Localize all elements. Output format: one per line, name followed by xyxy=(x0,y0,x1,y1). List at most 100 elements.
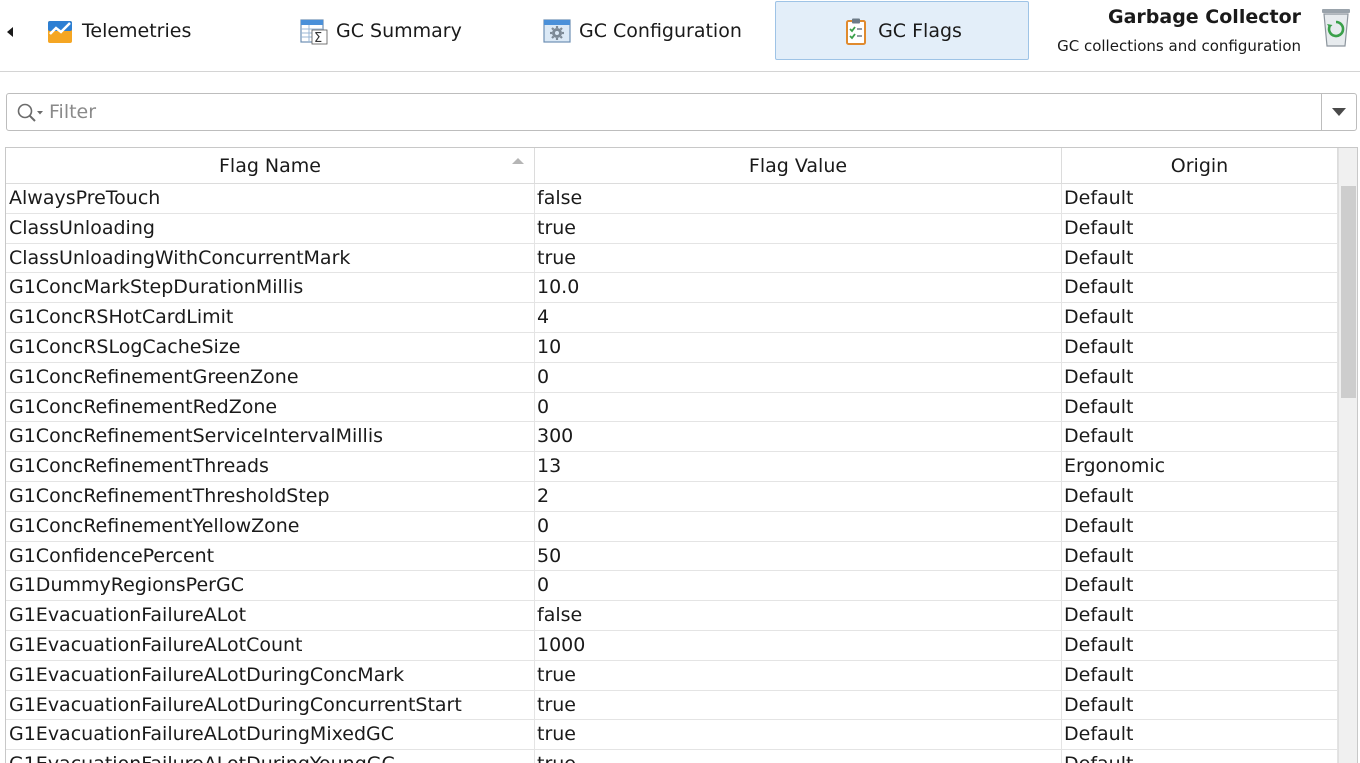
table-row[interactable]: G1EvacuationFailureALotDuringYoungGCtrue… xyxy=(6,750,1338,763)
page-title: Garbage Collector xyxy=(1108,6,1301,28)
flag-value-cell: true xyxy=(535,690,1062,721)
flag-value-cell: false xyxy=(535,601,1062,631)
flag-name-cell: G1EvacuationFailureALotDuringConcMark xyxy=(6,660,535,691)
flag-value-cell: 1000 xyxy=(535,630,1062,661)
origin-cell: Default xyxy=(1062,303,1338,333)
flag-name-cell: G1ConcRefinementRedZone xyxy=(6,392,535,423)
origin-cell: Default xyxy=(1062,481,1338,512)
column-header-origin[interactable]: Origin xyxy=(1062,148,1338,184)
flag-name-cell: G1EvacuationFailureALotCount xyxy=(6,630,535,661)
table-body: AlwaysPreTouch false Default ClassUnloading… xyxy=(6,184,1338,763)
column-header-flag-name[interactable]: Flag Name xyxy=(6,148,535,184)
origin-cell: Default xyxy=(1062,690,1338,721)
origin-cell: Default xyxy=(1062,571,1338,602)
filter-combobox xyxy=(6,93,1357,131)
scrollbar-thumb[interactable] xyxy=(1341,186,1356,398)
tab-bar: Telemetries Σ GC Summary GC Configuratio… xyxy=(0,0,1360,72)
vertical-scrollbar[interactable] xyxy=(1338,148,1357,763)
flag-value-cell: 0 xyxy=(535,362,1062,393)
flag-name-cell: ClassUnloading xyxy=(6,213,535,244)
table-row[interactable]: G1EvacuationFailureALot false Default xyxy=(6,601,1338,631)
tab-gc-configuration[interactable]: GC Configuration xyxy=(543,0,742,62)
recycle-bin-icon xyxy=(1322,9,1350,47)
table-row[interactable]: G1ConcRefinementThresholdStep 2 Default xyxy=(6,481,1338,512)
sort-ascending-icon xyxy=(512,158,524,164)
column-header-origin-label: Origin xyxy=(1170,155,1229,177)
flag-value-cell: 10.0 xyxy=(535,273,1062,304)
flag-name-cell: G1ConcRefinementThresholdStep xyxy=(6,481,535,512)
tab-gc-summary-label: GC Summary xyxy=(336,20,462,42)
flag-value-cell: true xyxy=(535,750,1062,763)
table-row[interactable]: G1EvacuationFailureALotDuringConcMark tru… xyxy=(6,660,1338,691)
tab-gc-flags-label: GC Flags xyxy=(878,19,962,42)
flag-name-cell: G1ConfidencePercent xyxy=(6,541,535,572)
flag-name-cell: G1ConcRefinementServiceIntervalMillis xyxy=(6,422,535,453)
flag-value-cell: true xyxy=(535,660,1062,691)
flag-name-cell: G1EvacuationFailureALotDuringConcurrentS… xyxy=(6,690,535,721)
column-header-flag-value[interactable]: Flag Value xyxy=(535,148,1062,184)
table-row[interactable]: G1ConcRSLogCacheSize 10 Default xyxy=(6,332,1338,363)
origin-cell: Default xyxy=(1062,630,1338,661)
origin-cell: Default xyxy=(1062,422,1338,453)
table-row[interactable]: G1ConcRefinementYellowZone 0 Default xyxy=(6,511,1338,542)
filter-dropdown-button[interactable] xyxy=(1321,94,1356,130)
flags-table: Flag Name Flag Value Origin AlwaysPreTou… xyxy=(5,147,1358,763)
search-icon[interactable] xyxy=(16,102,46,124)
flag-name-cell: G1EvacuationFailureALotDuringMixedGC xyxy=(6,720,535,751)
table-row[interactable]: G1DummyRegionsPerGC 0 Default xyxy=(6,571,1338,602)
tab-telemetries[interactable]: Telemetries xyxy=(46,0,191,62)
flag-value-cell: true xyxy=(535,243,1062,274)
origin-cell: Default xyxy=(1062,362,1338,393)
origin-cell: Default xyxy=(1062,660,1338,691)
origin-cell: Default xyxy=(1062,273,1338,304)
table-row[interactable]: G1EvacuationFailureALotDuringMixedGC true… xyxy=(6,720,1338,751)
table-row[interactable]: G1ConcRefinementServiceIntervalMillis 300… xyxy=(6,422,1338,453)
flag-value-cell: 0 xyxy=(535,392,1062,423)
flag-value-cell: 0 xyxy=(535,511,1062,542)
origin-cell: Default xyxy=(1062,332,1338,363)
flag-name-cell: G1EvacuationFailureALot xyxy=(6,601,535,631)
scroll-left-arrow-icon[interactable] xyxy=(4,24,16,40)
table-row[interactable]: G1EvacuationFailureALotDuringConcurrentS… xyxy=(6,690,1338,721)
flag-name-cell: G1ConcRefinementThreads xyxy=(6,452,535,482)
flag-name-cell: ClassUnloadingWithConcurrentMark xyxy=(6,243,535,274)
table-row[interactable]: ClassUnloading true Default xyxy=(6,213,1338,244)
flag-name-cell: G1ConcRSHotCardLimit xyxy=(6,303,535,333)
page-subtitle: GC collections and configuration xyxy=(1057,37,1301,55)
flag-value-cell: 2 xyxy=(535,481,1062,512)
chevron-down-icon xyxy=(1332,108,1346,116)
table-row[interactable]: G1ConcMarkStepDurationMillis 10.0 Default xyxy=(6,273,1338,304)
flag-value-cell: 50 xyxy=(535,541,1062,572)
tab-gc-flags[interactable]: GC Flags xyxy=(775,1,1029,60)
origin-cell: Ergonomic xyxy=(1062,452,1338,482)
origin-cell: Default xyxy=(1062,720,1338,751)
sum-table-icon: Σ xyxy=(300,19,328,45)
flag-name-cell: G1ConcRefinementGreenZone xyxy=(6,362,535,393)
flag-value-cell: 13 xyxy=(535,452,1062,482)
table-row[interactable]: G1ConcRSHotCardLimit 4 Default xyxy=(6,303,1338,333)
telemetries-icon xyxy=(48,21,72,43)
table-row[interactable]: G1ConcRefinementGreenZone 0 Default xyxy=(6,362,1338,393)
flag-value-cell: 10 xyxy=(535,332,1062,363)
origin-cell: Default xyxy=(1062,243,1338,274)
tab-gc-configuration-label: GC Configuration xyxy=(579,20,742,42)
svg-text:Σ: Σ xyxy=(314,31,322,45)
origin-cell: Default xyxy=(1062,213,1338,244)
table-row[interactable]: ClassUnloadingWithConcurrentMark true Defa… xyxy=(6,243,1338,274)
origin-cell: Default xyxy=(1062,601,1338,631)
column-header-flag-value-label: Flag Value xyxy=(748,155,848,177)
table-row[interactable]: G1EvacuationFailureALotCount 1000 Default xyxy=(6,630,1338,661)
gear-config-icon xyxy=(543,19,571,43)
flag-value-cell: 4 xyxy=(535,303,1062,333)
tab-gc-summary[interactable]: Σ GC Summary xyxy=(300,0,462,62)
table-row[interactable]: AlwaysPreTouch false Default xyxy=(6,184,1338,214)
table-row[interactable]: G1ConfidencePercent 50 Default xyxy=(6,541,1338,572)
tab-telemetries-label: Telemetries xyxy=(82,20,192,42)
flag-name-cell: G1DummyRegionsPerGC xyxy=(6,571,535,602)
filter-input[interactable] xyxy=(49,98,1319,126)
table-row[interactable]: G1ConcRefinementRedZone 0 Default xyxy=(6,392,1338,423)
table-row[interactable]: G1ConcRefinementThreads 13 Ergonomic xyxy=(6,452,1338,482)
flag-name-cell: G1ConcRSLogCacheSize xyxy=(6,332,535,363)
flag-value-cell: 300 xyxy=(535,422,1062,453)
clipboard-check-icon xyxy=(846,18,867,45)
